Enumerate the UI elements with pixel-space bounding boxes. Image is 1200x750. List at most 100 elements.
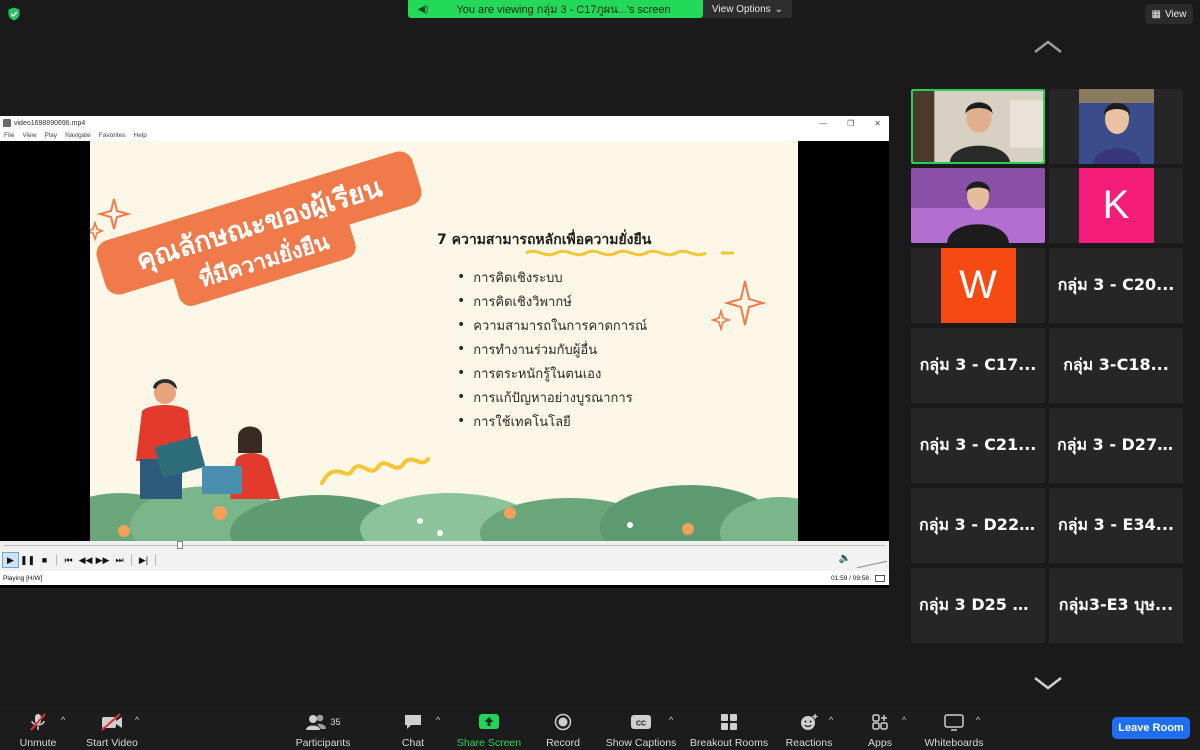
- menu-help[interactable]: Help: [134, 132, 147, 139]
- mini-mode-icon[interactable]: [875, 574, 885, 582]
- rewind-icon[interactable]: ◀◀: [77, 552, 94, 568]
- apps-options-caret-icon[interactable]: ^: [902, 715, 906, 725]
- avatar: K: [1078, 168, 1154, 243]
- share-screen-button[interactable]: Share Screen: [455, 706, 523, 750]
- reactions-icon: [799, 713, 819, 731]
- whiteboards-options-caret-icon[interactable]: ^: [976, 715, 980, 725]
- participant-name: กลุ่ม 3 D25 สั...: [919, 595, 1037, 614]
- play-icon[interactable]: ▶: [2, 552, 19, 568]
- pause-icon[interactable]: ❚❚: [19, 552, 36, 568]
- whiteboards-button[interactable]: Whiteboards: [922, 706, 986, 750]
- volume-slider[interactable]: [857, 553, 887, 569]
- chat-options-caret-icon[interactable]: ^: [436, 715, 440, 725]
- name-tile[interactable]: กลุ่ม 3 - D27...: [1049, 408, 1183, 483]
- player-app-icon: [3, 119, 11, 127]
- slide-bullet: การคิดเชิงระบบ: [457, 265, 647, 289]
- minimize-icon[interactable]: —: [819, 119, 827, 128]
- skip-back-icon[interactable]: ⏮: [60, 552, 77, 568]
- name-tile[interactable]: กลุ่ม 3 - E34...: [1049, 488, 1183, 563]
- video-tile[interactable]: [1049, 89, 1183, 164]
- volume-icon[interactable]: 🔈: [839, 553, 851, 564]
- fast-forward-icon[interactable]: ▶▶: [94, 552, 111, 568]
- speaker-icon[interactable]: ◀): [408, 4, 438, 15]
- video-tile-avatar[interactable]: W: [911, 248, 1045, 323]
- frame-step-icon[interactable]: ▶|: [135, 552, 152, 568]
- close-icon[interactable]: ✕: [874, 119, 881, 128]
- player-menubar: File View Play Navigate Favorites Help: [0, 130, 889, 141]
- unmute-label: Unmute: [19, 737, 57, 749]
- menu-favorites[interactable]: Favorites: [99, 132, 126, 139]
- divider: [56, 554, 57, 566]
- video-options-caret-icon[interactable]: ^: [135, 715, 139, 725]
- menu-play[interactable]: Play: [44, 132, 57, 139]
- name-tile[interactable]: กลุ่ม 3 D25 สั...: [911, 568, 1045, 643]
- playback-time: 01:59 / 09:58: [831, 574, 869, 582]
- avatar: W: [940, 248, 1016, 323]
- gallery-scroll-up-icon[interactable]: [1033, 40, 1063, 54]
- participants-count: 35: [330, 717, 341, 727]
- breakout-rooms-button[interactable]: Breakout Rooms: [689, 706, 769, 750]
- record-button[interactable]: Record: [543, 706, 583, 750]
- video-tile-avatar[interactable]: K: [1049, 168, 1183, 243]
- name-tile[interactable]: กลุ่ม 3 - C17...: [911, 328, 1045, 403]
- name-tile[interactable]: กลุ่ม 3 - D22...: [911, 488, 1045, 563]
- reactions-options-caret-icon[interactable]: ^: [829, 715, 833, 725]
- name-tile[interactable]: กลุ่ม 3 - C21...: [911, 408, 1045, 483]
- video-tile-active-speaker[interactable]: [911, 89, 1045, 164]
- captions-options-caret-icon[interactable]: ^: [669, 715, 673, 725]
- sparkle-icon: [96, 198, 132, 230]
- chat-icon: [403, 713, 423, 731]
- participant-name: กลุ่ม 3 - C20...: [1057, 275, 1175, 294]
- apps-label: Apps: [868, 737, 892, 749]
- menu-view[interactable]: View: [22, 132, 36, 139]
- squiggle-decoration: [320, 457, 430, 485]
- seek-track: [4, 545, 885, 546]
- chat-button[interactable]: Chat: [396, 706, 430, 750]
- grid-view-icon: ▦: [1151, 8, 1161, 20]
- sparkle-icon: [710, 308, 732, 332]
- stop-icon[interactable]: ■: [36, 552, 53, 568]
- sparkle-icon: [723, 280, 767, 326]
- name-tile[interactable]: กลุ่ม3-E3 บุษ...: [1049, 568, 1183, 643]
- skip-forward-icon[interactable]: ⏭: [111, 552, 128, 568]
- seek-thumb[interactable]: [177, 541, 184, 549]
- video-off-icon: [100, 713, 124, 731]
- zoom-meeting-window: ◀) You are viewing กลุ่ม 3 - C17ภูผน...'…: [0, 0, 1200, 750]
- breakout-rooms-icon: [720, 713, 738, 731]
- slide-bullet: การแก้ปัญหาอย่างบูรณาการ: [457, 385, 647, 409]
- video-area[interactable]: คุณลักษณะของผู้เรียน ที่มีความยั่งยืน 7 …: [0, 141, 889, 541]
- view-button[interactable]: ▦ View: [1145, 4, 1193, 24]
- menu-navigate[interactable]: Navigate: [65, 132, 91, 139]
- apps-icon: [871, 713, 889, 731]
- menu-file[interactable]: File: [4, 132, 14, 139]
- show-captions-button[interactable]: CC Show Captions: [604, 706, 678, 750]
- seek-bar[interactable]: [0, 541, 889, 549]
- restore-icon[interactable]: ❐: [847, 119, 854, 128]
- security-shield-icon[interactable]: [7, 7, 21, 21]
- slide-bullet: การตระหนักรู้ในตนเอง: [457, 361, 647, 385]
- audio-options-caret-icon[interactable]: ^: [61, 715, 65, 725]
- participants-label: Participants: [295, 737, 351, 749]
- name-tile[interactable]: กลุ่ม 3-C18...: [1049, 328, 1183, 403]
- sparkle-icon: [90, 220, 105, 242]
- avatar-initial: W: [959, 263, 997, 307]
- participants-icon: 35: [305, 713, 341, 731]
- reactions-button[interactable]: Reactions: [783, 706, 835, 750]
- participants-button[interactable]: 35 Participants: [293, 706, 353, 750]
- participant-video: [913, 91, 1043, 162]
- apps-button[interactable]: Apps: [862, 706, 898, 750]
- reactions-label: Reactions: [785, 737, 833, 749]
- player-title: video1698890696.mp4: [14, 119, 86, 127]
- video-tile[interactable]: [911, 168, 1045, 243]
- leave-room-button[interactable]: Leave Room: [1112, 717, 1190, 739]
- unmute-button[interactable]: Unmute: [14, 706, 62, 750]
- start-video-button[interactable]: Start Video: [82, 706, 142, 750]
- gallery-scroll-down-icon[interactable]: [1033, 676, 1063, 690]
- slide-bullet: ความสามารถในการคาดการณ์: [457, 313, 647, 337]
- whiteboard-icon: [944, 713, 964, 731]
- divider: [155, 554, 156, 566]
- view-options-button[interactable]: View Options ⌄: [703, 0, 792, 18]
- participant-name: กลุ่ม 3 - D22...: [919, 515, 1037, 534]
- participant-name: กลุ่ม 3-C18...: [1063, 355, 1169, 374]
- name-tile[interactable]: กลุ่ม 3 - C20...: [1049, 248, 1183, 323]
